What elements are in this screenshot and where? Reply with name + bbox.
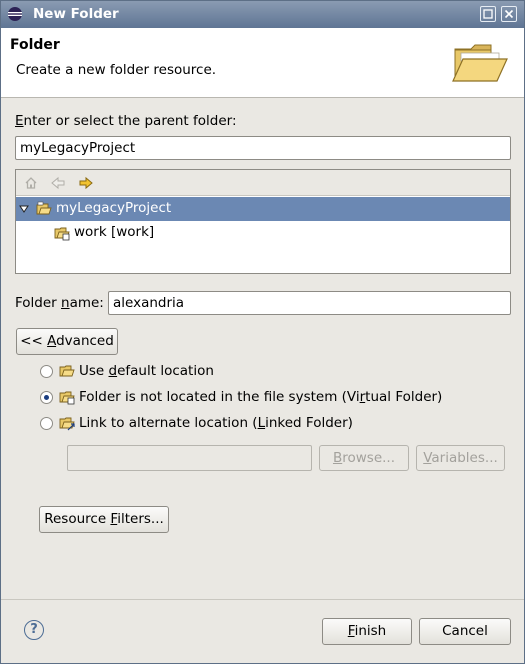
virtual-folder-icon (59, 391, 75, 405)
finish-button[interactable]: Finish (322, 618, 412, 645)
home-icon[interactable] (23, 175, 39, 191)
close-icon (504, 9, 514, 19)
eclipse-icon (8, 7, 22, 21)
close-button[interactable] (501, 6, 517, 22)
default-location-radio[interactable] (40, 365, 53, 378)
banner-title: Folder (10, 37, 60, 53)
virtual-folder-radio[interactable] (40, 391, 53, 404)
project-folder-icon (36, 201, 52, 215)
resource-filters-button[interactable]: Resource Filters... (39, 506, 169, 533)
banner-description: Create a new folder resource. (16, 62, 217, 78)
browse-button[interactable]: Browse... (319, 445, 409, 471)
parent-folder-input[interactable]: myLegacyProject (15, 136, 511, 160)
tree-item-label: work [work] (74, 224, 155, 240)
new-folder-dialog: New Folder Folder Create a new folder re… (0, 0, 525, 664)
parent-folder-label: Enter or select the parent folder: (15, 113, 237, 129)
tree-toolbar (16, 170, 510, 196)
forward-arrow-icon[interactable] (78, 175, 94, 191)
folder-name-label: Folder name: (15, 295, 104, 311)
help-icon[interactable]: ? (24, 620, 44, 640)
linked-folder-icon (59, 417, 75, 431)
variables-button[interactable]: Variables... (416, 445, 505, 471)
advanced-button[interactable]: << Advanced (16, 328, 118, 355)
folder-name-input[interactable]: alexandria (108, 291, 511, 315)
tree-item-work[interactable]: work [work] (16, 221, 510, 245)
cancel-button[interactable]: Cancel (419, 618, 511, 645)
tree-item-label: myLegacyProject (56, 200, 172, 216)
chevron-down-icon[interactable] (19, 204, 29, 214)
footer-divider (1, 599, 524, 600)
folder-wizard-icon (452, 44, 508, 82)
back-arrow-icon[interactable] (50, 175, 66, 191)
header-banner: Folder Create a new folder resource. (1, 28, 524, 98)
virtual-folder-label[interactable]: Folder is not located in the file system… (79, 389, 442, 405)
default-location-label[interactable]: Use default location (79, 363, 214, 379)
title-bar[interactable]: New Folder (1, 1, 524, 28)
linked-folder-icon (54, 227, 70, 241)
maximize-button[interactable] (480, 6, 496, 22)
folder-tree[interactable]: myLegacyProject work [work] (15, 169, 511, 274)
maximize-icon (483, 9, 493, 19)
window-title: New Folder (33, 6, 119, 22)
location-input[interactable] (67, 445, 312, 471)
tree-item-mylegacyproject[interactable]: myLegacyProject (16, 197, 510, 221)
folder-icon (59, 365, 75, 377)
linked-folder-radio[interactable] (40, 417, 53, 430)
linked-folder-label[interactable]: Link to alternate location (Linked Folde… (79, 415, 353, 431)
